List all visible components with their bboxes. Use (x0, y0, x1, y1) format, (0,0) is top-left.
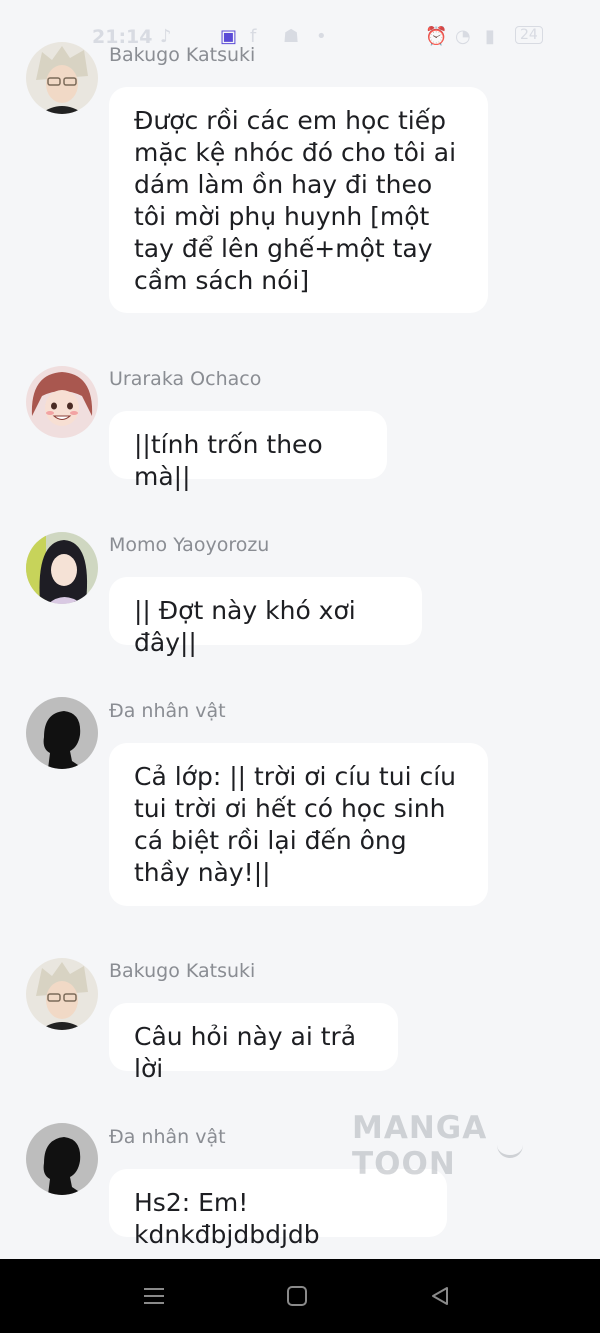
sender-name: Uraraka Ochaco (109, 368, 262, 390)
message-bubble[interactable]: || Đợt này khó xơi đây|| (109, 577, 422, 657)
sender-name: Bakugo Katsuki (109, 44, 256, 66)
alarm-icon: ⏰ (425, 26, 448, 47)
momo-avatar[interactable] (26, 532, 98, 604)
android-icon: ☗ (283, 26, 300, 47)
back-icon[interactable] (429, 1285, 451, 1307)
menu-icon[interactable] (142, 1285, 166, 1307)
status-bar: 21:14 ♪ ▣ f ☗ • ⏰ ◔ ▮ 24 (0, 0, 600, 48)
system-nav-bar (0, 1259, 600, 1333)
battery-icon: 24 (515, 26, 543, 44)
message-bubble[interactable]: Được rồi các em học tiếp mặc kệ nhóc đó … (109, 87, 488, 313)
sender-name: Bakugo Katsuki (109, 960, 256, 982)
sender-name: Đa nhân vật (109, 700, 226, 722)
message-bubble[interactable]: Cả lớp: || trời ơi cíu tui cíu tui trời … (109, 743, 488, 906)
bakugo-avatar[interactable] (26, 42, 98, 114)
message-bubble[interactable]: ||tính trốn theo mà|| (109, 411, 387, 491)
signal-icon: ▮ (485, 26, 495, 47)
silhouette-avatar[interactable] (26, 697, 98, 769)
mangatoon-watermark: MANGA TOON (352, 1110, 488, 1182)
wifi-icon: ◔ (455, 26, 471, 47)
uraraka-avatar[interactable] (26, 366, 98, 438)
message-bubble[interactable]: Câu hỏi này ai trả lời (109, 1003, 398, 1083)
sender-name: Momo Yaoyorozu (109, 534, 270, 556)
home-icon[interactable] (286, 1285, 308, 1307)
dot-icon: • (316, 26, 327, 47)
silhouette-avatar[interactable] (26, 1123, 98, 1195)
bakugo-avatar[interactable] (26, 958, 98, 1030)
sender-name: Đa nhân vật (109, 1126, 226, 1148)
